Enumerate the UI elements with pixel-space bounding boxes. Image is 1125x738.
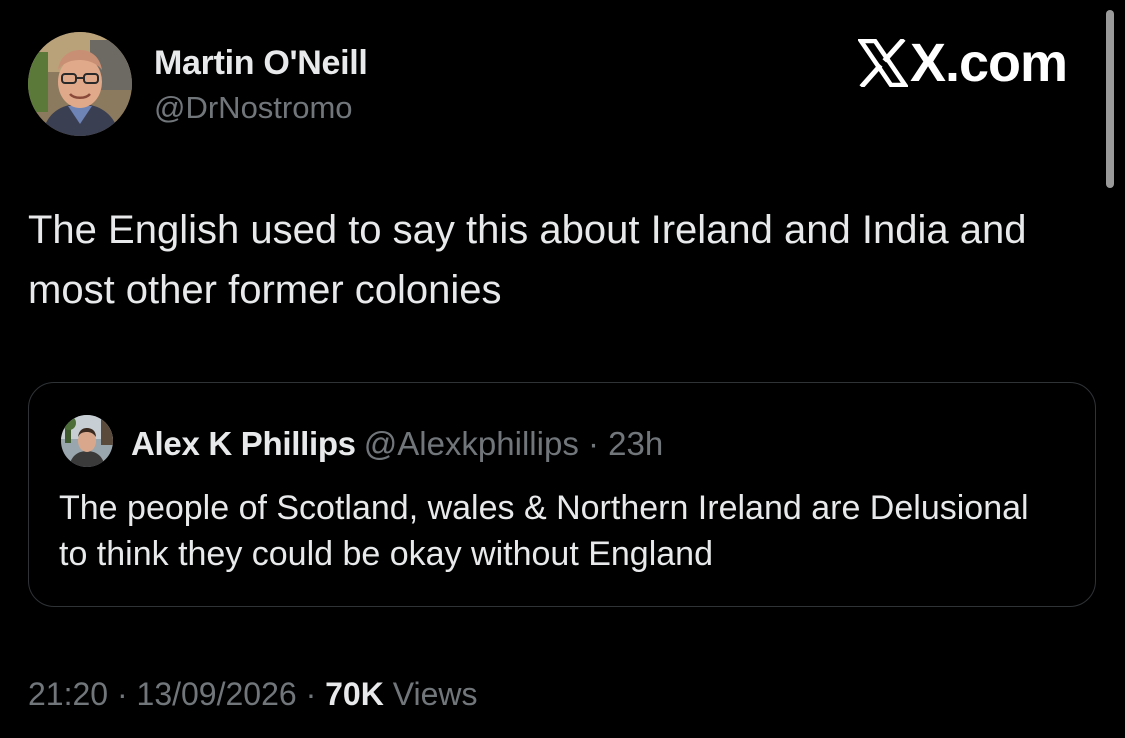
brand-text: X.com: [909, 33, 1068, 93]
tweet-footer: 21:20 · 13/09/2026 · 70K Views: [28, 676, 477, 713]
views-label: Views: [392, 676, 478, 712]
quoted-handle-time[interactable]: @Alexkphillips · 23h: [364, 425, 663, 462]
brand-watermark: X.com: [857, 32, 1068, 94]
author-name[interactable]: Martin O'Neill: [154, 44, 368, 83]
quoted-header: Alex K Phillips @Alexkphillips · 23h: [131, 425, 663, 463]
x-logo-icon: [857, 39, 908, 87]
quoted-tweet-card[interactable]: Alex K Phillips @Alexkphillips · 23h The …: [28, 382, 1096, 607]
timestamp[interactable]: 21:20 · 13/09/2026 ·: [28, 676, 325, 712]
tweet-text: The English used to say this about Irela…: [28, 208, 1027, 312]
quoted-author-avatar[interactable]: [61, 415, 113, 467]
quoted-avatar-image: [61, 415, 113, 467]
author-handle[interactable]: @DrNostromo: [154, 90, 353, 126]
quoted-tweet-text: The people of Scotland, wales & Northern…: [59, 489, 1029, 573]
views-count[interactable]: 70K: [325, 676, 384, 712]
scrollbar-thumb[interactable]: [1106, 10, 1114, 188]
quoted-author-name[interactable]: Alex K Phillips: [131, 425, 356, 462]
author-avatar[interactable]: [28, 32, 132, 136]
author-avatar-image: [28, 32, 132, 136]
